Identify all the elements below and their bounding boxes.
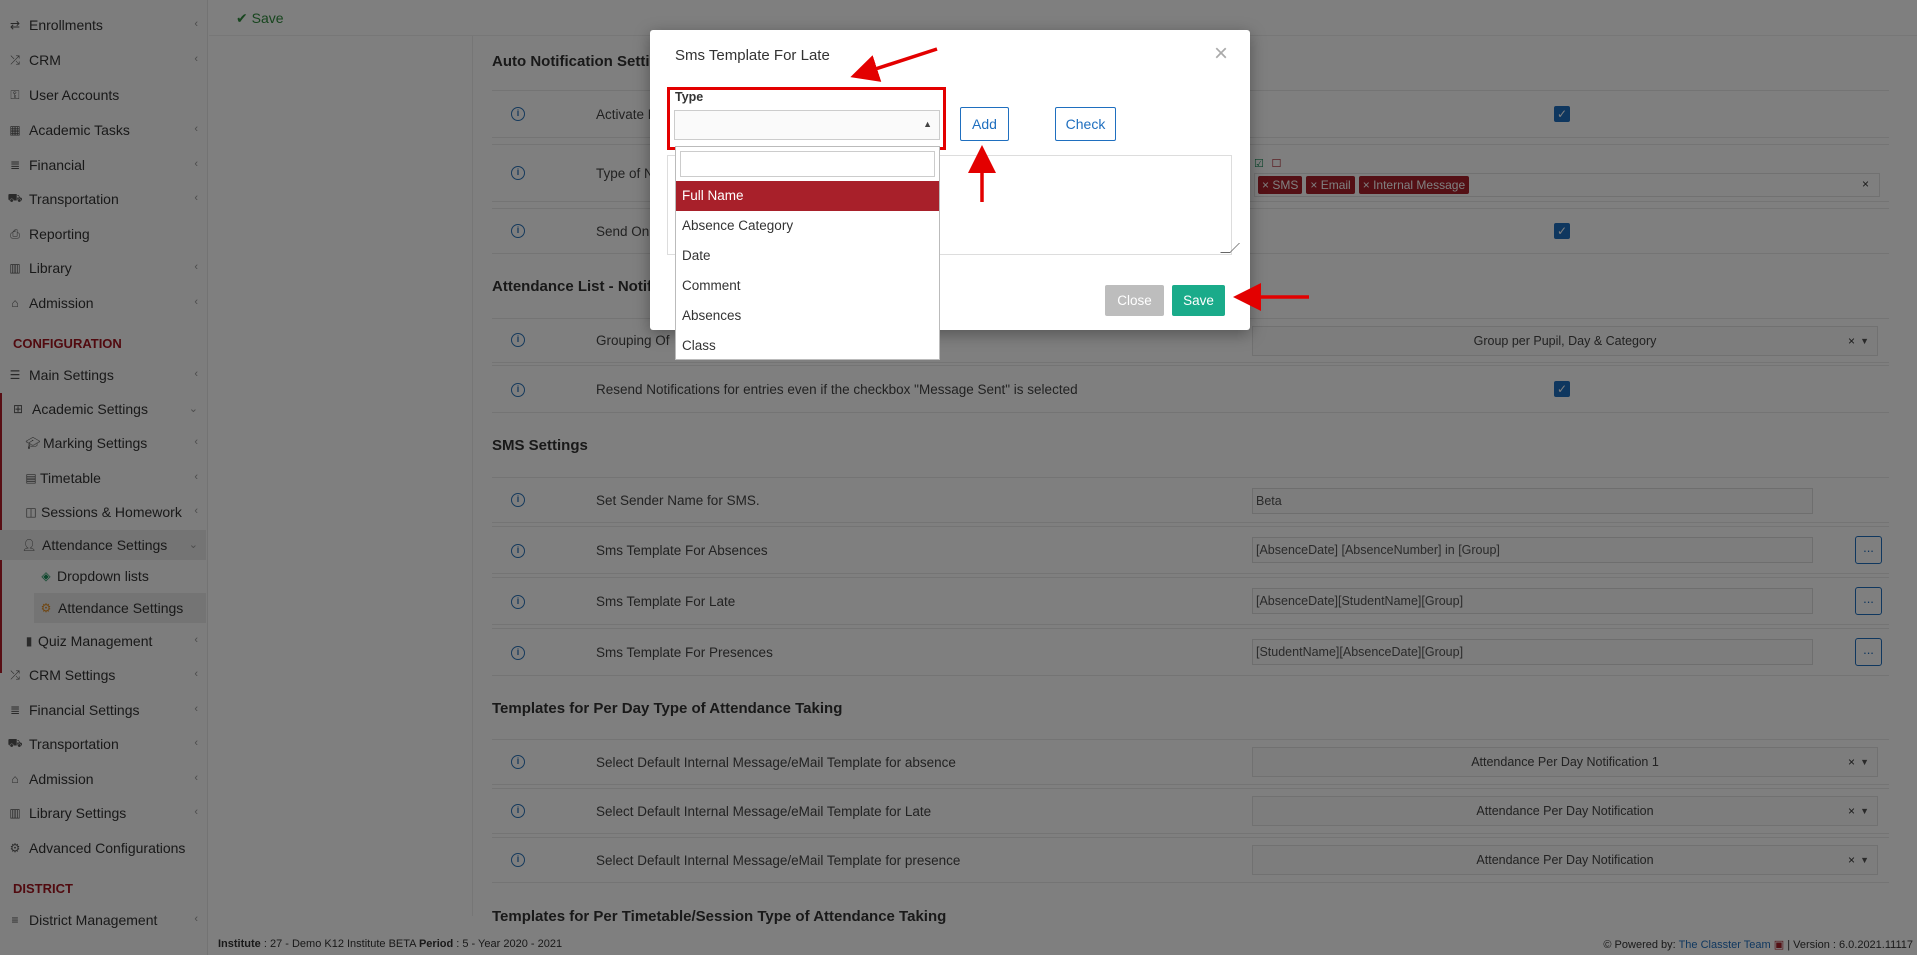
annotation-arrows xyxy=(850,47,1309,311)
arrow-to-type-select xyxy=(850,47,938,82)
